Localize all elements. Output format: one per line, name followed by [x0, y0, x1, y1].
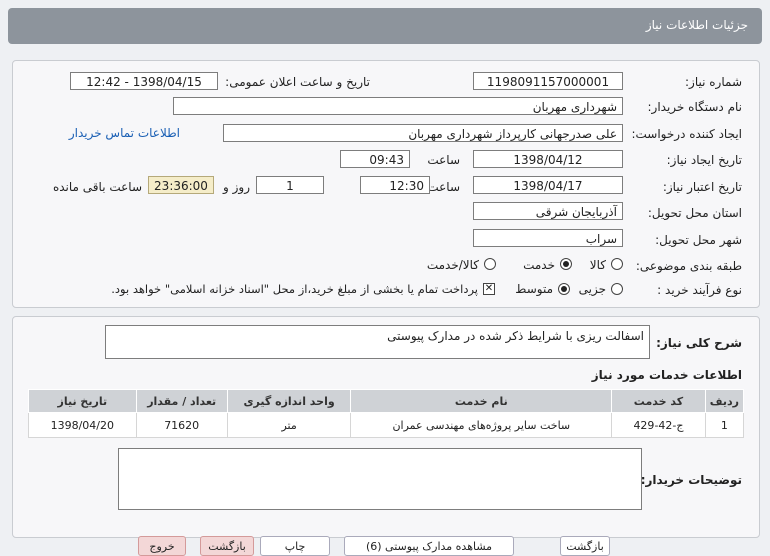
- category-radio-goods[interactable]: [611, 258, 623, 270]
- description-field[interactable]: اسفالت ریزی با شرایط ذکر شده در مدارک پی…: [105, 325, 650, 359]
- cell-row-number: 1: [704, 412, 745, 438]
- cell-service-code: ج-42-429: [611, 412, 706, 438]
- col-row-number: ردیف: [704, 389, 745, 413]
- created-date-field[interactable]: 1398/04/12: [473, 150, 623, 168]
- services-title: اطلاعات خدمات مورد نیاز: [591, 368, 742, 382]
- process-radio-medium[interactable]: [558, 283, 570, 295]
- days-label: روز و: [223, 180, 250, 194]
- col-service-code: کد خدمت: [611, 389, 706, 413]
- treasury-checkbox[interactable]: ✕: [483, 283, 495, 295]
- cell-quantity: 71620: [135, 412, 228, 438]
- page-header: جزئیات اطلاعات نیاز: [8, 8, 762, 44]
- province-field[interactable]: آذربایجان شرقی: [473, 202, 623, 220]
- cell-unit: متر: [226, 412, 352, 438]
- services-table: ردیف کد خدمت نام خدمت واحد اندازه گیری ت…: [28, 389, 745, 438]
- created-time-label: ساعت: [427, 153, 460, 167]
- remaining-days-field[interactable]: 1: [256, 176, 324, 194]
- col-quantity: تعداد / مقدار: [135, 389, 228, 413]
- return-button[interactable]: بازگشت: [200, 536, 254, 556]
- process-label: نوع فرآیند خرید :: [657, 283, 742, 297]
- col-need-date: تاریخ نیاز: [28, 389, 137, 413]
- requester-label: ایجاد کننده درخواست:: [631, 127, 742, 141]
- validity-date-field[interactable]: 1398/04/17: [473, 176, 623, 194]
- process-radio-minor[interactable]: [611, 283, 623, 295]
- buyer-notes-field[interactable]: [118, 448, 642, 510]
- category-option-service: خدمت: [523, 258, 555, 272]
- col-unit: واحد اندازه گیری: [226, 389, 352, 413]
- print-button[interactable]: چاپ: [260, 536, 330, 556]
- validity-time-field[interactable]: 12:30: [360, 176, 430, 194]
- cell-service-name: ساخت سایر پروژه‌های مهندسی عمران: [350, 412, 613, 438]
- announce-label: تاریخ و ساعت اعلان عمومی:: [225, 75, 370, 89]
- table-row[interactable]: 1 ج-42-429 ساخت سایر پروژه‌های مهندسی عم…: [28, 412, 745, 438]
- buyer-org-field[interactable]: شهرداری مهربان: [173, 97, 623, 115]
- city-field[interactable]: سراب: [473, 229, 623, 247]
- buyer-org-label: نام دستگاه خریدار:: [647, 100, 743, 114]
- remaining-time-field: 23:36:00: [148, 176, 214, 194]
- province-label: استان محل تحویل:: [647, 206, 742, 220]
- payment-note: پرداخت تمام یا بخشی از مبلغ خرید،از محل …: [111, 282, 478, 296]
- process-option-medium: متوسط: [515, 282, 553, 296]
- view-attachments-button[interactable]: مشاهده مدارک پیوستی (6): [344, 536, 514, 556]
- buyer-notes-label: توضیحات خریدار:: [640, 473, 742, 487]
- category-radio-goods-service[interactable]: [484, 258, 496, 270]
- validity-time-label: ساعت: [427, 180, 460, 194]
- process-option-minor: جزیی: [578, 282, 606, 296]
- back-button[interactable]: بازگشت: [560, 536, 610, 556]
- category-option-goods-service: کالا/خدمت: [426, 258, 479, 272]
- category-option-goods: کالا: [589, 258, 606, 272]
- services-header-row: ردیف کد خدمت نام خدمت واحد اندازه گیری ت…: [28, 389, 745, 413]
- need-number-label: شماره نیاز:: [685, 75, 742, 89]
- description-label: شرح کلی نیاز:: [656, 336, 742, 350]
- city-label: شهر محل تحویل:: [655, 233, 742, 247]
- validity-date-label: تاریخ اعتبار نیاز:: [662, 180, 742, 194]
- requester-field[interactable]: علی صدرجهانی کارپرداز شهرداری مهربان: [223, 124, 623, 142]
- category-label: طبقه بندی موضوعی:: [635, 259, 742, 273]
- created-date-label: تاریخ ایجاد نیاز:: [666, 153, 742, 167]
- exit-button[interactable]: خروج: [138, 536, 186, 556]
- remaining-label: ساعت باقی مانده: [52, 180, 142, 194]
- contact-info-link[interactable]: اطلاعات تماس خریدار: [69, 126, 180, 140]
- cell-need-date: 1398/04/20: [28, 412, 137, 438]
- created-time-field[interactable]: 09:43: [340, 150, 410, 168]
- announce-field[interactable]: 1398/04/15 - 12:42: [70, 72, 218, 90]
- page-title: جزئیات اطلاعات نیاز: [645, 18, 748, 32]
- col-service-name: نام خدمت: [350, 389, 613, 413]
- category-radio-service[interactable]: [560, 258, 572, 270]
- need-number-field[interactable]: 1198091157000001: [473, 72, 623, 90]
